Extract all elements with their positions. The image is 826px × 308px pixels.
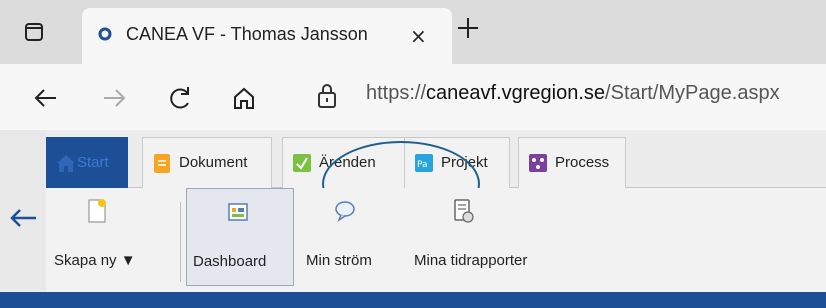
my-time-reports-label: Mina tidrapporter [414,252,528,269]
tab-start-label: Start [77,154,109,171]
tab-dokument-label: Dokument [179,154,248,171]
new-document-icon [88,199,106,223]
my-stream-label: Min ström [306,252,372,269]
app-back-arrow-icon[interactable] [8,206,38,230]
tab-start[interactable]: Start [46,137,128,188]
create-new-button[interactable]: Skapa ny ▼ [50,188,178,284]
chat-bubble-icon [335,201,355,222]
tab-process[interactable]: Process [518,137,626,188]
create-new-label: Skapa ny ▼ [54,252,136,269]
forward-icon[interactable] [100,84,128,112]
app-back-column [0,130,46,290]
back-icon[interactable] [32,84,60,112]
document-icon [154,154,170,173]
canea-app: Start Dokument Ärenden Pa Projekt Proces… [0,130,826,308]
toolbar-divider [180,202,181,282]
window-menu-icon[interactable] [24,22,44,42]
browser-tab-strip: CANEA VF - Thomas Jansson × [0,0,826,64]
url-path: /Start/MyPage.aspx [605,82,780,104]
home-icon [57,155,75,172]
dashboard-icon [228,203,248,221]
my-time-reports-button[interactable]: Mina tidrapporter [408,188,568,284]
case-icon [293,154,311,172]
process-icon [529,154,547,172]
tab-close-icon[interactable]: × [410,24,432,48]
address-bar-url[interactable]: https://caneavf.vgregion.se/Start/MyPage… [366,82,780,105]
refresh-icon[interactable] [166,84,194,112]
module-tabs: Start Dokument Ärenden Pa Projekt Proces… [46,137,826,227]
new-tab-icon[interactable] [454,14,482,42]
browser-tab[interactable]: CANEA VF - Thomas Jansson × [82,8,452,64]
url-host: caneavf.vgregion.se [426,82,606,104]
browser-navigation-bar: https://caneavf.vgregion.se/Start/MyPage… [0,64,826,130]
tab-process-label: Process [555,154,610,171]
module-toolbar: Skapa ny ▼ Dashboard Min ström Mina tidr… [46,188,826,292]
site-favicon-icon [98,27,112,41]
lock-icon[interactable] [316,82,338,110]
tab-title: CANEA VF - Thomas Jansson [126,24,368,44]
home-icon[interactable] [230,84,258,112]
time-report-icon [454,199,474,223]
url-scheme: https:// [366,82,427,104]
app-bottom-bar [0,292,826,308]
my-stream-button[interactable]: Min ström [300,188,398,284]
tab-dokument[interactable]: Dokument [142,137,272,188]
dashboard-button[interactable]: Dashboard [186,188,294,286]
dashboard-label: Dashboard [193,253,267,270]
